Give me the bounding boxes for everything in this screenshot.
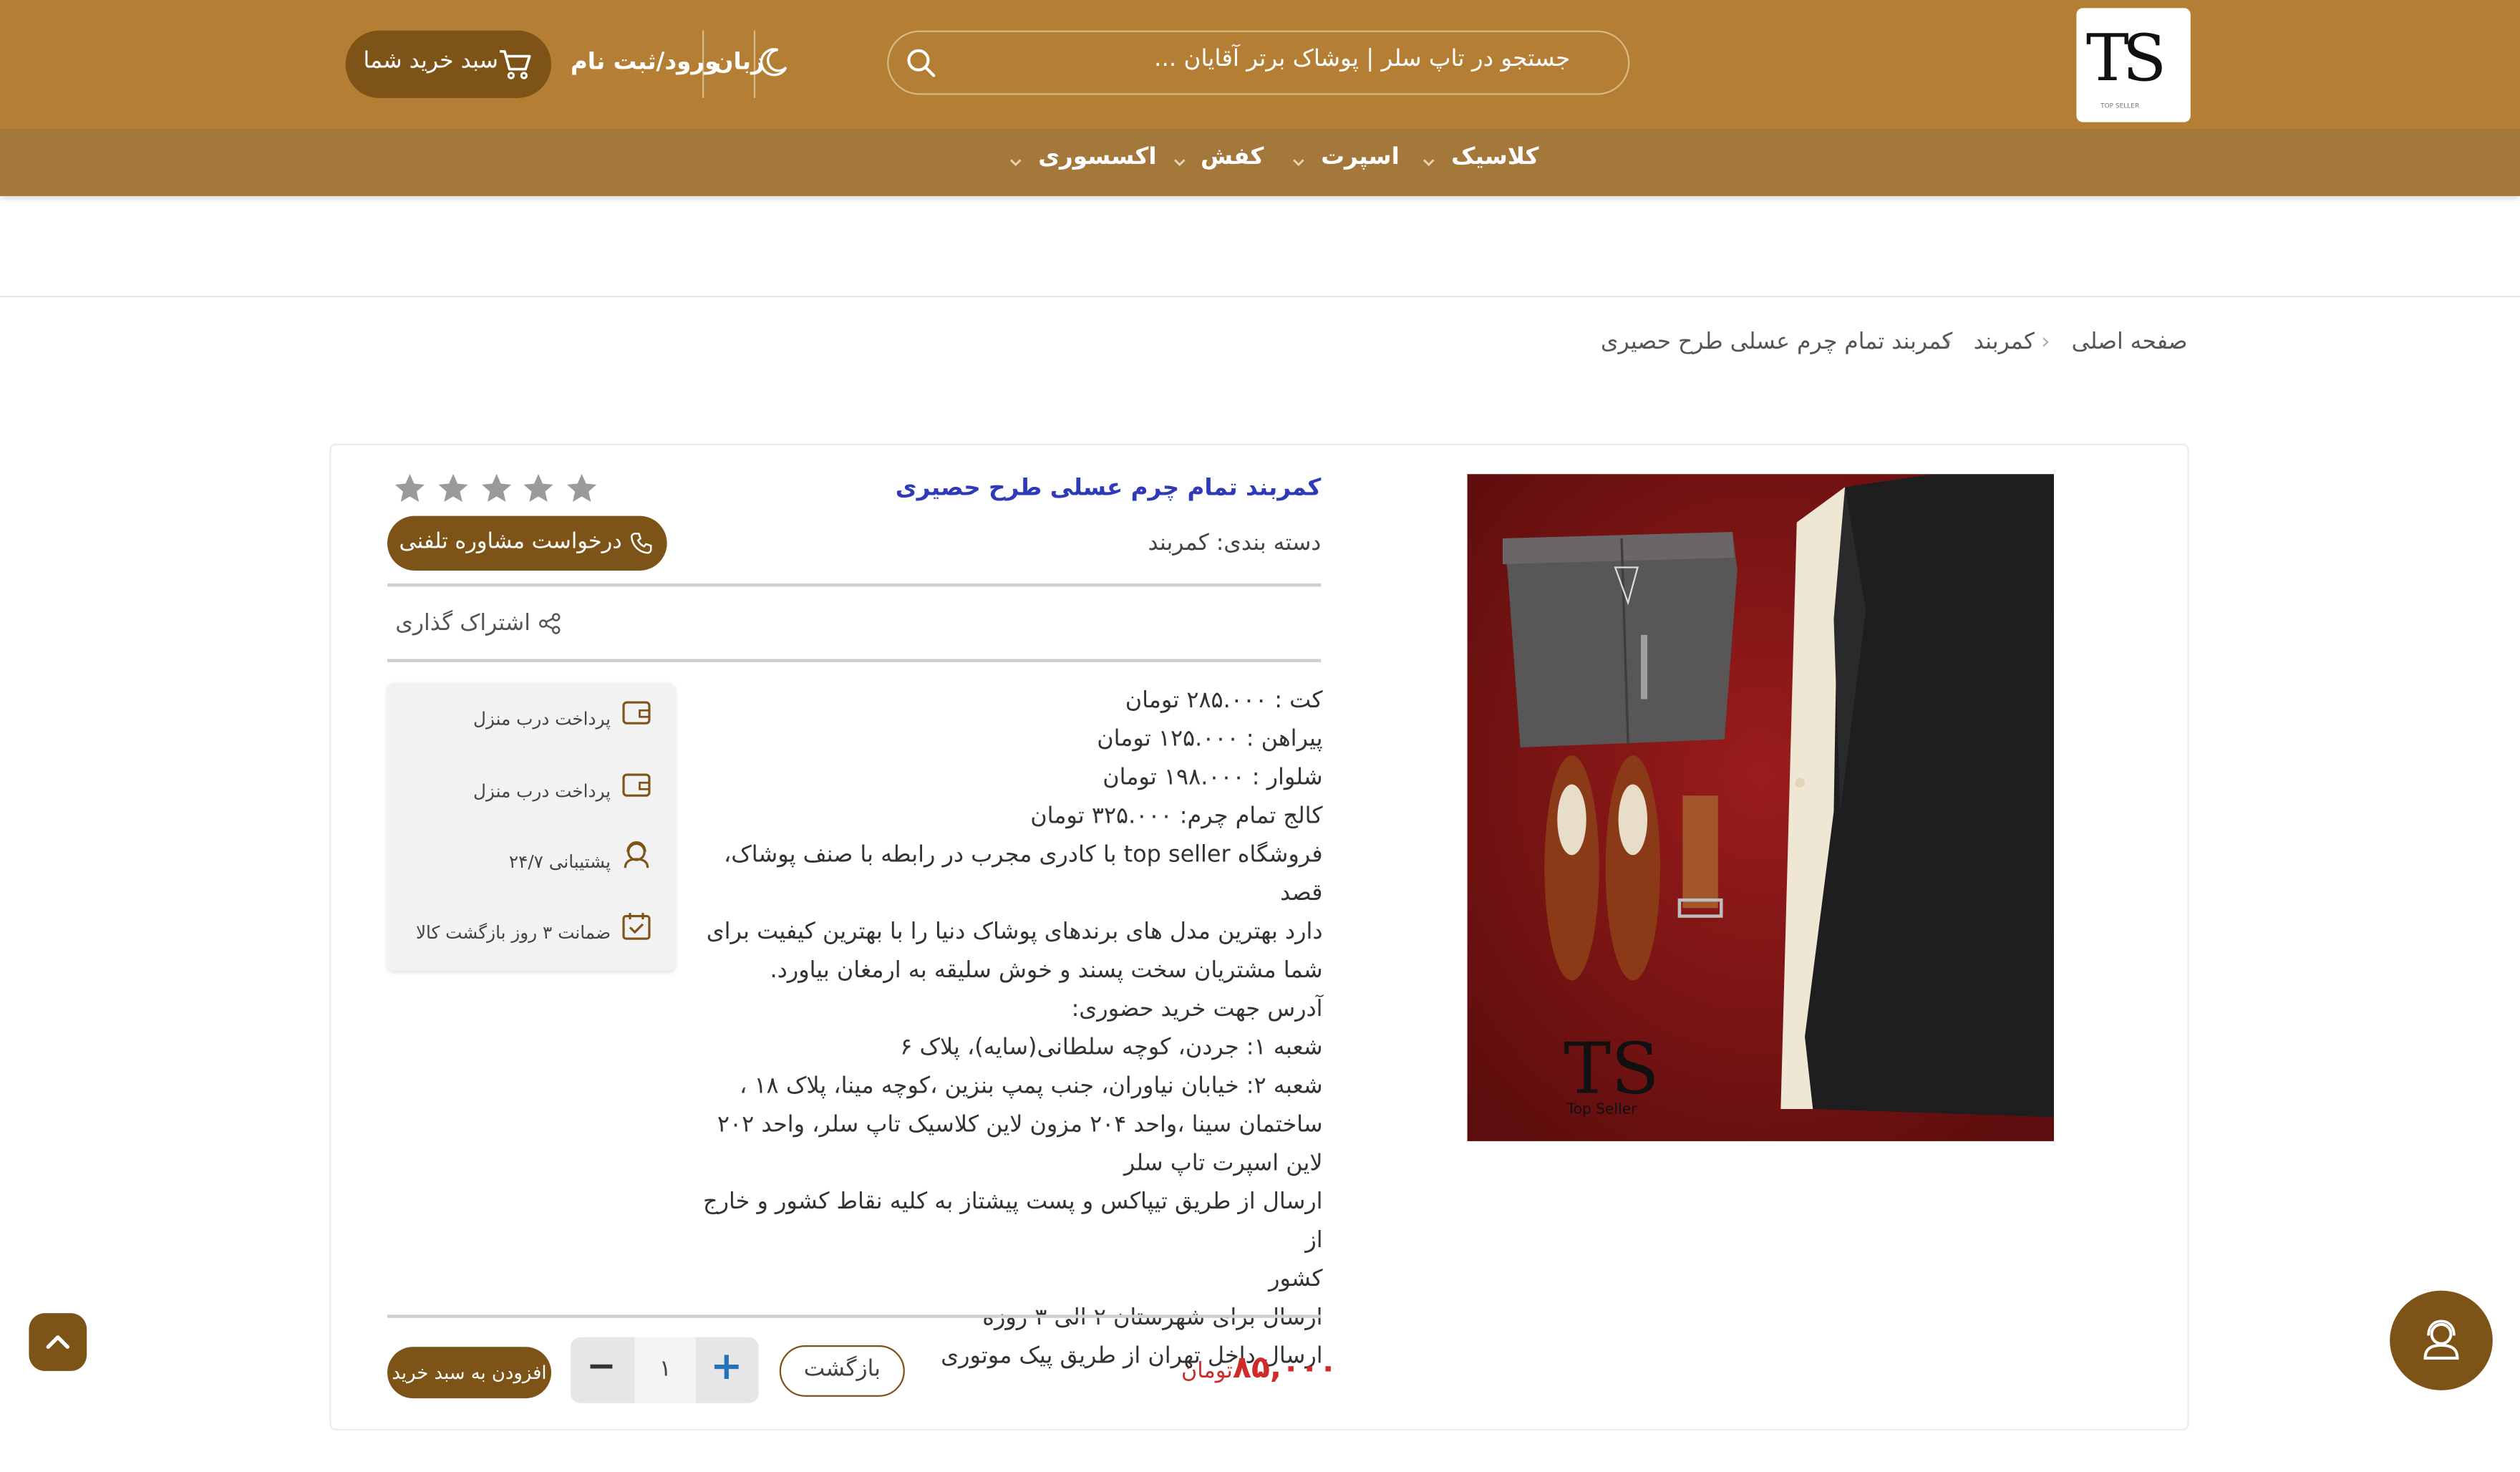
feature-cod: پرداخت درب منزل <box>473 709 611 730</box>
star-icon[interactable] <box>435 471 470 506</box>
support-chat-button[interactable] <box>2390 1290 2493 1390</box>
description-line: ارسال برای شهرستان ۲ الی ۳ روزه <box>982 1304 1323 1331</box>
price-value: ۸۵,۰۰۰ <box>1232 1350 1338 1386</box>
cart-button[interactable]: سبد خرید شما <box>345 30 552 98</box>
features-box: پرداخت درب منزل پرداخت درب منزل پشتیبانی… <box>387 683 675 971</box>
cart-icon <box>498 47 533 88</box>
nav-item-classic[interactable]: کلاسیک <box>1451 145 1538 170</box>
description-line: دارد بهترین مدل های برندهای پوشاک دنیا ر… <box>706 919 1323 946</box>
description-line: ارسال از طریق تیپاکس و پست پیشتاز به کلی… <box>703 1189 1323 1254</box>
site-logo[interactable]: TS TOP SELLER <box>2076 8 2191 122</box>
description-line: کالج تمام چرم: ۳۲۵.۰۰۰ تومان <box>1030 803 1323 830</box>
back-button-label: بازگشت <box>803 1356 881 1383</box>
product-title: کمربند تمام چرم عسلی طرح حصیری <box>895 475 1322 502</box>
description-line: پیراهن : ۱۲۵.۰۰۰ تومان <box>1097 726 1323 752</box>
share-icon <box>538 613 560 634</box>
description-line: شما مشتریان سخت پسند و خوش سلیقه به ارمغ… <box>770 957 1323 984</box>
image-caption: Top Seller <box>1566 1100 1637 1118</box>
search-icon[interactable] <box>905 47 937 85</box>
support-agent-icon <box>2423 1320 2459 1360</box>
product-description: کت : ۲۸۵.۰۰۰ تومان پیراهن : ۱۲۵.۰۰۰ توما… <box>696 682 1323 1376</box>
wallet-icon <box>622 701 651 725</box>
star-icon[interactable] <box>479 471 514 506</box>
share-label: اشتراک گذاری <box>395 611 530 636</box>
scroll-to-top-button[interactable] <box>29 1313 87 1371</box>
search-box[interactable]: جستجو در تاپ سلر | پوشاک برتر آقایان ... <box>887 30 1630 95</box>
feature-cod: پرداخت درب منزل <box>473 781 611 803</box>
description-line: شعبه ۲: خیابان نیاوران، جنب پمپ بنزین ،ک… <box>740 1073 1323 1100</box>
nav-item-sport[interactable]: اسپرت <box>1321 145 1399 170</box>
logo-tagline: TOP SELLER <box>2100 101 2140 110</box>
plus-icon[interactable]: + <box>710 1344 742 1389</box>
phone-icon <box>631 533 652 554</box>
divider-line <box>387 583 1322 586</box>
login-link[interactable]: ورود/ثبت نام <box>571 50 719 76</box>
chevron-down-icon <box>1010 159 1022 167</box>
description-line: آدرس جهت خرید حضوری: <box>1071 996 1323 1022</box>
add-to-cart-button[interactable]: افزودن به سبد خرید <box>387 1347 552 1399</box>
logo-monogram: TS <box>2085 22 2166 97</box>
nav-item-accessories[interactable]: اکسسوری <box>1038 145 1156 170</box>
quantity-value[interactable]: ۱ <box>634 1337 697 1403</box>
quantity-stepper[interactable]: − ۱ + <box>570 1337 759 1403</box>
price-currency: تومان <box>1181 1357 1233 1384</box>
calendar-check-icon <box>622 913 651 940</box>
nav-item-shoes[interactable]: کفش <box>1201 145 1264 170</box>
breadcrumb-home[interactable]: صفحه اصلی <box>2072 329 2188 355</box>
feature-support: پشتیبانی ۲۴/۷ <box>508 851 611 873</box>
chevron-down-icon <box>1293 159 1304 167</box>
description-line: شلوار : ۱۹۸.۰۰۰ تومان <box>1102 765 1323 791</box>
divider-line <box>387 659 1322 662</box>
star-icon[interactable] <box>564 471 599 506</box>
section-divider <box>0 296 2520 298</box>
product-category: دسته بندی: کمربند <box>1148 530 1322 556</box>
cart-label: سبد خرید شما <box>363 48 498 74</box>
description-line: لاین اسپرت تاپ سلر <box>1123 1151 1323 1177</box>
phone-consultation-button[interactable]: درخواست مشاوره تلفنی <box>387 515 667 571</box>
chevron-up-icon <box>46 1335 69 1349</box>
wallet-icon <box>622 773 651 797</box>
divider-line <box>387 1314 1322 1317</box>
chevron-down-icon <box>1423 159 1435 167</box>
add-to-cart-label: افزودن به سبد خرید <box>392 1361 547 1384</box>
language-selector[interactable]: زبان <box>714 50 765 76</box>
search-input[interactable]: جستجو در تاپ سلر | پوشاک برتر آقایان ... <box>1154 47 1570 72</box>
feature-return-guarantee: ضمانت ۳ روز بازگشت کالا <box>415 922 611 944</box>
star-icon[interactable] <box>392 471 427 506</box>
star-icon[interactable] <box>520 471 556 506</box>
description-line: کت : ۲۸۵.۰۰۰ تومان <box>1125 687 1323 714</box>
breadcrumb-current: کمربند تمام چرم عسلی طرح حصیری <box>1600 329 1953 356</box>
breadcrumb-category[interactable]: کمربند <box>1974 329 2035 355</box>
back-button[interactable]: بازگشت <box>779 1345 905 1397</box>
product-image[interactable]: TS Top Seller <box>1467 474 2054 1141</box>
description-line: فروشگاه top seller با کادری مجرب در رابط… <box>724 842 1323 907</box>
description-line: ساختمان سینا ،واحد ۲۰۴ مزون لاین کلاسیک … <box>717 1112 1323 1138</box>
support-agent-icon <box>624 841 649 868</box>
minus-icon[interactable]: − <box>586 1347 616 1387</box>
consult-label: درخواست مشاوره تلفنی <box>399 528 622 555</box>
share-button[interactable]: اشتراک گذاری <box>395 611 560 636</box>
description-line: کشور <box>1269 1266 1323 1292</box>
svg-text:TS: TS <box>1564 1028 1659 1110</box>
breadcrumb-separator-icon: › <box>2041 329 2050 356</box>
description-line: شعبه ۱: جردن، کوچه سلطانی(سایه)، پلاک ۶ <box>900 1035 1323 1061</box>
chevron-down-icon <box>1173 159 1186 167</box>
